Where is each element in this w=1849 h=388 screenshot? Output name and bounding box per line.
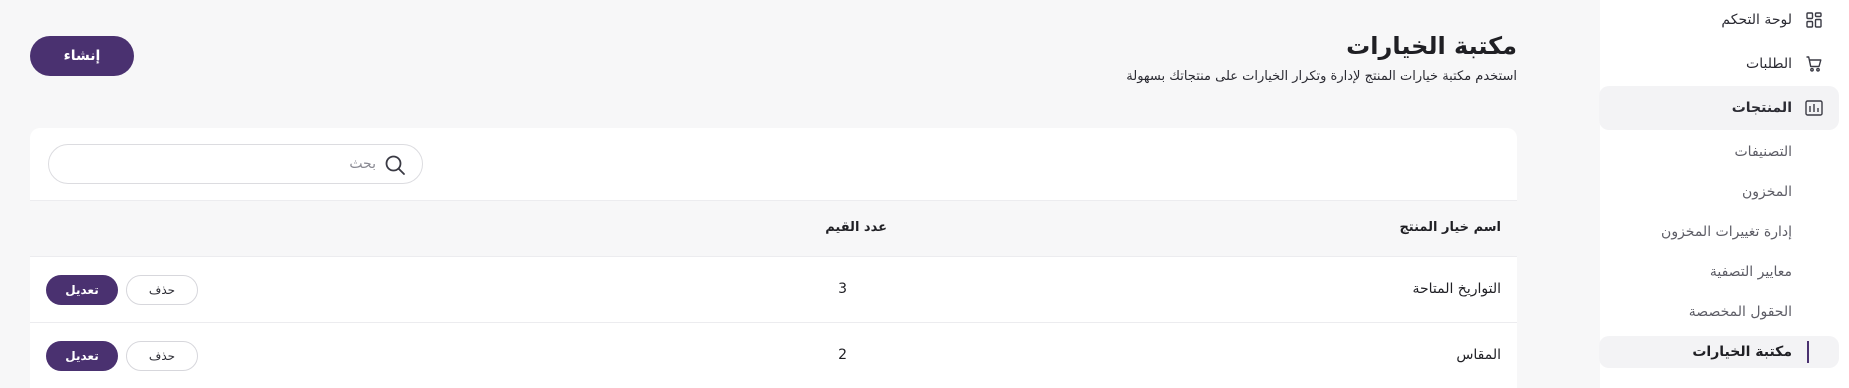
search-box[interactable] [48,144,423,184]
sidebar-subitem-label: التصنيفات [1734,144,1793,160]
sidebar-item-products[interactable]: المنتجات [1599,86,1839,130]
create-button[interactable]: إنشاء [30,36,134,76]
sidebar-subitem-custom-fields[interactable]: الحقول المخصصة [1600,294,1849,330]
sidebar-subitem-inventory[interactable]: المخزون [1600,174,1849,210]
table-row: التواريخ المتاحة 3 حذف تعديل [30,258,1517,323]
sidebar-subitem-categories[interactable]: التصنيفات [1600,134,1849,170]
sidebar-subitem-options-library[interactable]: مكتبة الخيارات [1599,336,1839,368]
sidebar-item-label: لوحة التحكم [1721,12,1792,28]
products-icon [1804,98,1824,118]
delete-button[interactable]: حذف [126,275,198,305]
edit-button[interactable]: تعديل [46,275,118,305]
sidebar-item-label: الطلبات [1746,56,1792,72]
options-card: اسم خيار المنتج عدد القيم التواريخ المتا… [30,128,1517,388]
search-icon [384,154,406,176]
active-indicator [1807,341,1809,363]
sidebar-item-label: المنتجات [1731,100,1792,116]
page-subtitle: استخدم مكتبة خيارات المنتج لإدارة وتكرار… [1126,69,1517,84]
table-row: المقاس 2 حذف تعديل [30,324,1517,388]
sidebar-subitem-label: المخزون [1741,184,1792,200]
column-header-values-count: عدد القيم [825,220,887,235]
sidebar-item-orders[interactable]: الطلبات [1600,42,1849,86]
values-count-cell: 3 [838,281,847,297]
page-title: مكتبة الخيارات [1346,32,1517,60]
dashboard-icon [1804,10,1824,30]
edit-button[interactable]: تعديل [46,341,118,371]
sidebar-subitem-inventory-changes[interactable]: إدارة تغييرات المخزون [1600,214,1849,250]
values-count-cell: 2 [838,347,847,363]
column-header-option-name: اسم خيار المنتج [1399,220,1501,235]
sidebar-subitem-label: إدارة تغييرات المخزون [1661,224,1792,240]
table-header: اسم خيار المنتج عدد القيم [30,200,1517,257]
sidebar-subitem-label: الحقول المخصصة [1688,304,1792,320]
option-name-cell: التواريخ المتاحة [1412,281,1501,297]
sidebar-subitem-label: مكتبة الخيارات [1692,344,1792,360]
sidebar-item-dashboard[interactable]: لوحة التحكم [1600,0,1849,42]
cart-icon [1804,54,1824,74]
sidebar: لوحة التحكم الطلبات المنتجات التصنيفات ا… [1599,0,1849,388]
search-input[interactable] [76,145,376,183]
sidebar-subitem-label: معايير التصفية [1709,264,1792,280]
delete-button[interactable]: حذف [126,341,198,371]
sidebar-subitem-filter-criteria[interactable]: معايير التصفية [1600,254,1849,290]
option-name-cell: المقاس [1456,347,1501,363]
